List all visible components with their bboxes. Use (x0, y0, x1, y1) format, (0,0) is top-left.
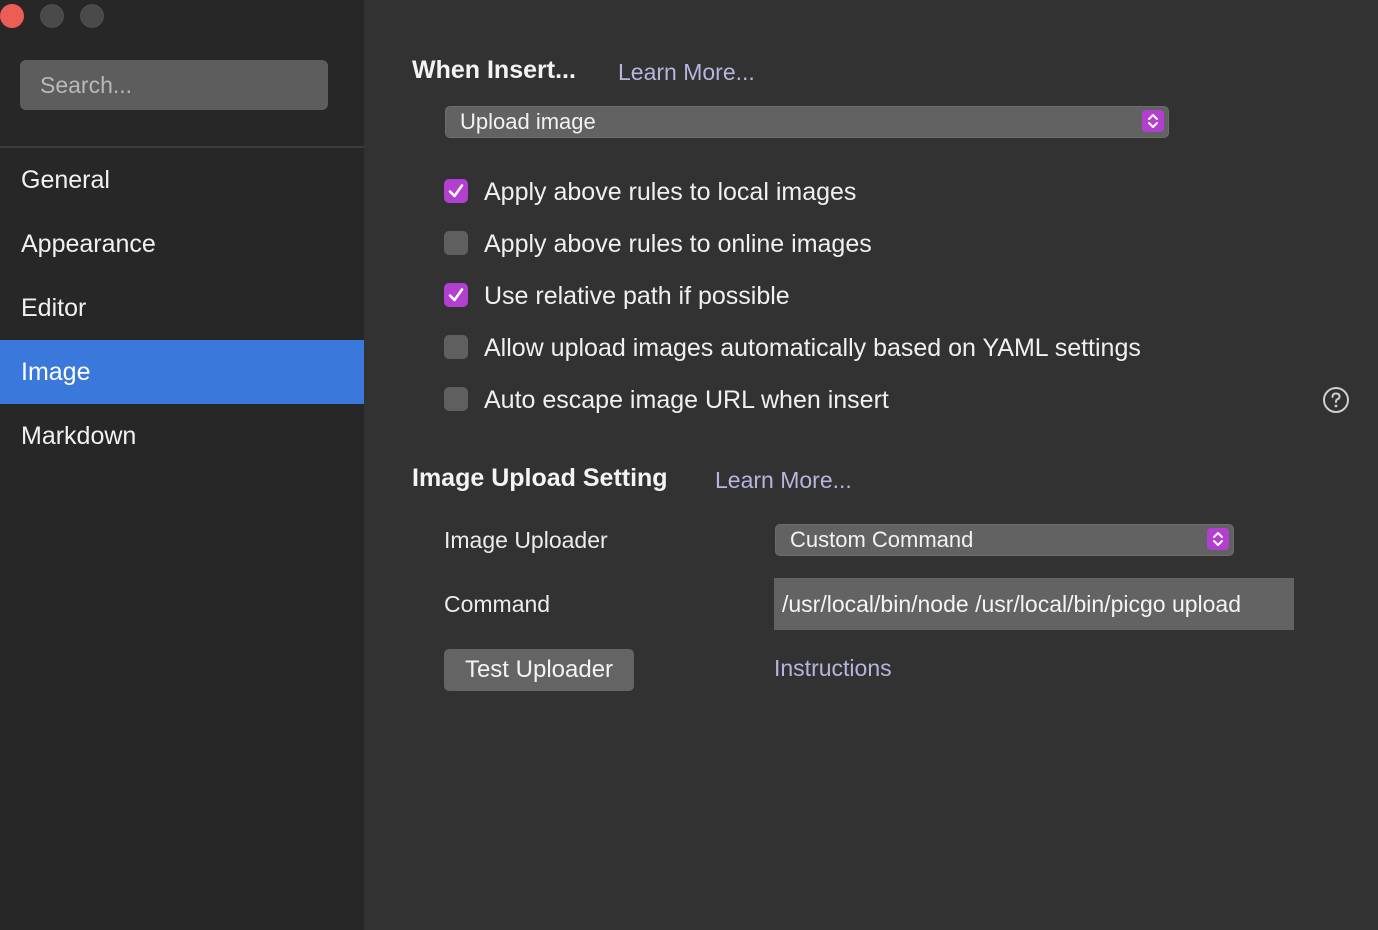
sidebar: General Appearance Editor Image Markdown (0, 0, 364, 930)
instructions-link[interactable]: Instructions (774, 655, 892, 682)
upload-setting-title: Image Upload Setting (412, 464, 668, 492)
chevron-up-down-icon (1207, 528, 1229, 550)
option-label: Apply above rules to online images (484, 230, 872, 258)
search-input[interactable] (20, 60, 328, 110)
checkbox-checked[interactable] (444, 179, 468, 203)
command-input[interactable] (774, 578, 1294, 630)
command-label: Command (444, 591, 551, 617)
chevron-up-down-icon (1142, 110, 1164, 132)
image-uploader-select[interactable]: Custom Command (775, 524, 1234, 556)
when-insert-select[interactable]: Upload image (445, 106, 1169, 138)
sidebar-item-general[interactable]: General (0, 148, 364, 212)
checkbox-unchecked[interactable] (444, 335, 468, 359)
option-label: Allow upload images automatically based … (484, 334, 1141, 362)
image-uploader-select-value: Custom Command (790, 527, 974, 552)
question-circle-icon[interactable] (1322, 386, 1350, 414)
checkmark-icon (448, 184, 464, 198)
option-label: Apply above rules to local images (484, 178, 857, 206)
checkbox-unchecked[interactable] (444, 387, 468, 411)
minimize-window-button[interactable] (40, 4, 64, 28)
checkbox-checked[interactable] (444, 283, 468, 307)
maximize-window-button[interactable] (80, 4, 104, 28)
image-uploader-label: Image Uploader (444, 527, 608, 553)
main-panel: When Insert... Learn More... Upload imag… (364, 0, 1378, 930)
sidebar-nav: General Appearance Editor Image Markdown (0, 148, 364, 468)
checkmark-icon (448, 288, 464, 302)
option-label: Auto escape image URL when insert (484, 386, 889, 414)
when-insert-learn-more-link[interactable]: Learn More... (618, 59, 755, 86)
checkbox-unchecked[interactable] (444, 231, 468, 255)
sidebar-item-editor[interactable]: Editor (0, 276, 364, 340)
sidebar-item-appearance[interactable]: Appearance (0, 212, 364, 276)
sidebar-item-image[interactable]: Image (0, 340, 364, 404)
when-insert-select-value: Upload image (460, 109, 596, 134)
when-insert-title: When Insert... (412, 56, 576, 84)
test-uploader-button[interactable]: Test Uploader (444, 649, 634, 691)
upload-setting-learn-more-link[interactable]: Learn More... (715, 467, 852, 494)
sidebar-item-markdown[interactable]: Markdown (0, 404, 364, 468)
option-label: Use relative path if possible (484, 282, 790, 310)
close-window-button[interactable] (0, 4, 24, 28)
preferences-window: General Appearance Editor Image Markdown… (0, 0, 1378, 930)
